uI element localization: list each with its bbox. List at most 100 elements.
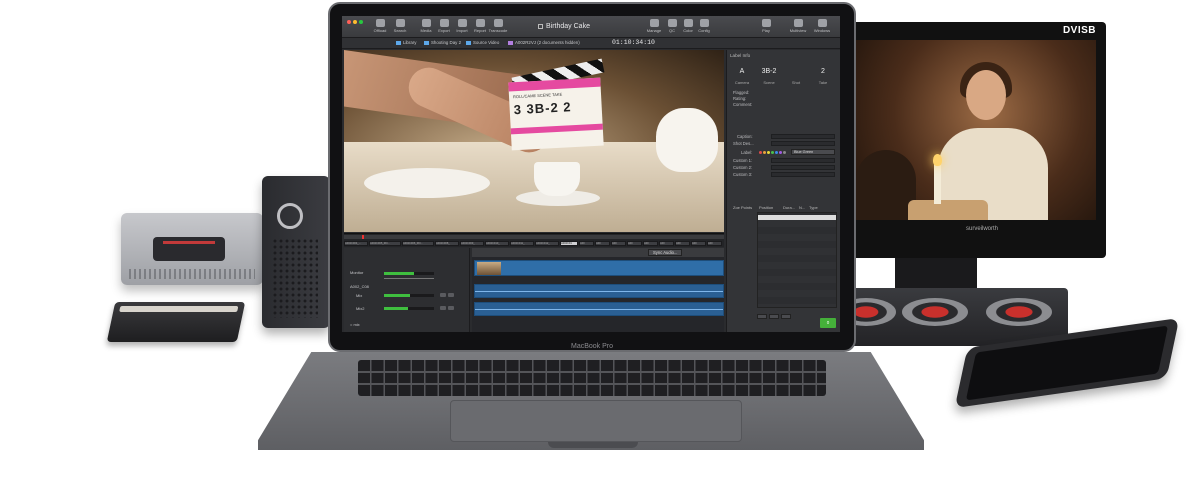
toolbar: Offload Search Media Export Import Repor… [342,16,840,38]
clip-thumb-active[interactable]: A002C01 [560,241,578,246]
search-button[interactable]: Search [390,19,410,36]
add-button[interactable] [757,314,767,319]
minimize-window-button[interactable] [353,20,357,24]
scrub-bar[interactable] [344,235,724,239]
external-drive-grey [121,213,263,285]
clip-thumb[interactable]: A00 [579,241,594,246]
custom1-field[interactable] [771,158,835,163]
import-button[interactable]: Import [452,19,472,36]
mute-button[interactable] [440,293,446,297]
close-window-button[interactable] [347,20,351,24]
export-icon [439,19,449,27]
mix-meter [384,294,434,297]
clip-thumb[interactable]: A002C005_RO... [369,241,401,246]
video-viewer[interactable]: ROLL/CAME SCENE TAKE 3 3B-2 2 [344,50,724,232]
export-button[interactable]: Export [434,19,454,36]
clip-thumb[interactable]: A002C011_ [510,241,534,246]
timeline-header: Sync Audio... [472,248,724,257]
clip-thumb[interactable]: A00 [627,241,642,246]
video-track[interactable] [474,260,724,276]
solo-button[interactable] [448,306,454,310]
clip-thumb[interactable]: A002C008_ [435,241,459,246]
config-button[interactable]: Config [694,19,714,36]
laptop-notch [548,442,638,448]
crumb-bin[interactable]: A002R2VJ (2 documents hidden) [508,40,580,45]
custom3-field[interactable] [771,172,835,177]
scene-value[interactable]: 3B-2 [754,68,784,75]
custom2-field[interactable] [771,165,835,170]
shot-desc-label: Shot Des... [733,141,754,146]
camera-value[interactable]: A [727,68,757,75]
remove-button[interactable] [769,314,779,319]
crumb-day[interactable]: Shooting Day 2 [424,40,461,45]
raid-enclosure [262,176,330,328]
table-row[interactable] [758,215,836,220]
audio-track-2[interactable] [474,302,724,316]
clip-thumb[interactable]: A00 [691,241,706,246]
windows-button[interactable]: Windows [812,19,832,36]
laptop-label: MacBook Pro [570,343,614,350]
solo-button[interactable] [448,293,454,297]
clip-thumbnail [477,262,501,275]
path-bar: Library Shooting Day 2 Source Video A002… [342,38,840,49]
document-icon [538,24,543,29]
crumb-library[interactable]: Library [396,40,416,45]
sync-audio-button[interactable]: Sync Audio... [648,249,683,256]
clip-thumb[interactable]: A00 [595,241,610,246]
folder-icon [424,41,429,45]
monitor-screen [856,40,1096,220]
clapperboard: ROLL/CAME SCENE TAKE 3 3B-2 2 [508,77,604,151]
zoom-window-button[interactable] [359,20,363,24]
app-window: Offload Search Media Export Import Repor… [342,16,840,332]
clip-thumb[interactable]: A002C009_ [460,241,484,246]
clip-thumb[interactable]: A002C004_... [344,241,368,246]
media-button[interactable]: Media [416,19,436,36]
label-color-picker[interactable] [759,150,787,156]
bin-icon [508,41,513,45]
options-button[interactable] [781,314,791,319]
caption-field[interactable] [771,134,835,139]
monitor-sublabel: surveilworth [966,226,999,232]
clip-thumb[interactable]: A00 [675,241,690,246]
clip-thumb[interactable]: A002C010_ [485,241,509,246]
label-label: Label: [741,150,753,155]
take-value[interactable]: 2 [808,68,838,75]
flagged-label: Flagged: [733,90,750,95]
timecode-display: 01:10:34:10 [612,39,655,46]
clip-thumb[interactable]: A002C006_RO... [402,241,434,246]
play-button[interactable]: Play [756,19,776,36]
folder-icon [396,41,401,45]
label-select[interactable]: Blue Green [791,149,835,155]
inspector-panel: Label Info A 3B-2 2 Camera Scene Shot Ta… [726,50,840,332]
trackball-3 [986,298,1052,326]
clip-thumb[interactable]: A00 [643,241,658,246]
crumb-source[interactable]: Source Video [466,40,499,45]
offload-button[interactable]: Offload [370,19,390,36]
zone-col-n: N... [799,205,806,210]
multiview-button[interactable]: Multiview [788,19,808,36]
window-controls[interactable] [347,20,365,26]
timeline[interactable]: Sync Audio... [472,248,724,332]
take-label: Take [818,80,828,85]
camera-label: Camera [734,80,750,85]
custom2-label: Custom 2: [733,165,753,170]
shot-desc-field[interactable] [771,141,835,146]
mute-button[interactable] [440,306,446,310]
clip-thumb[interactable]: A00 [659,241,674,246]
zone-table[interactable] [757,212,837,308]
monitor-stand [895,258,977,292]
report-button[interactable]: Report [470,19,490,36]
inspector-footer [757,314,793,321]
transcode-button[interactable]: Transcode [488,19,508,36]
audio-track-1[interactable] [474,284,724,298]
portable-ssd [106,302,246,342]
clip-thumb[interactable]: A00 [707,241,722,246]
manage-button[interactable]: Manage [644,19,664,36]
filmstrip[interactable]: A002C004_... A002C005_RO... A002C006_RO.… [344,233,724,247]
monitor-fader[interactable] [384,278,434,279]
clip-thumb[interactable]: A00 [611,241,626,246]
rating-label: Rating: [733,96,747,101]
manage-icon [649,19,659,27]
clip-thumb[interactable]: A002C012_ [535,241,559,246]
offload-icon [375,19,385,27]
